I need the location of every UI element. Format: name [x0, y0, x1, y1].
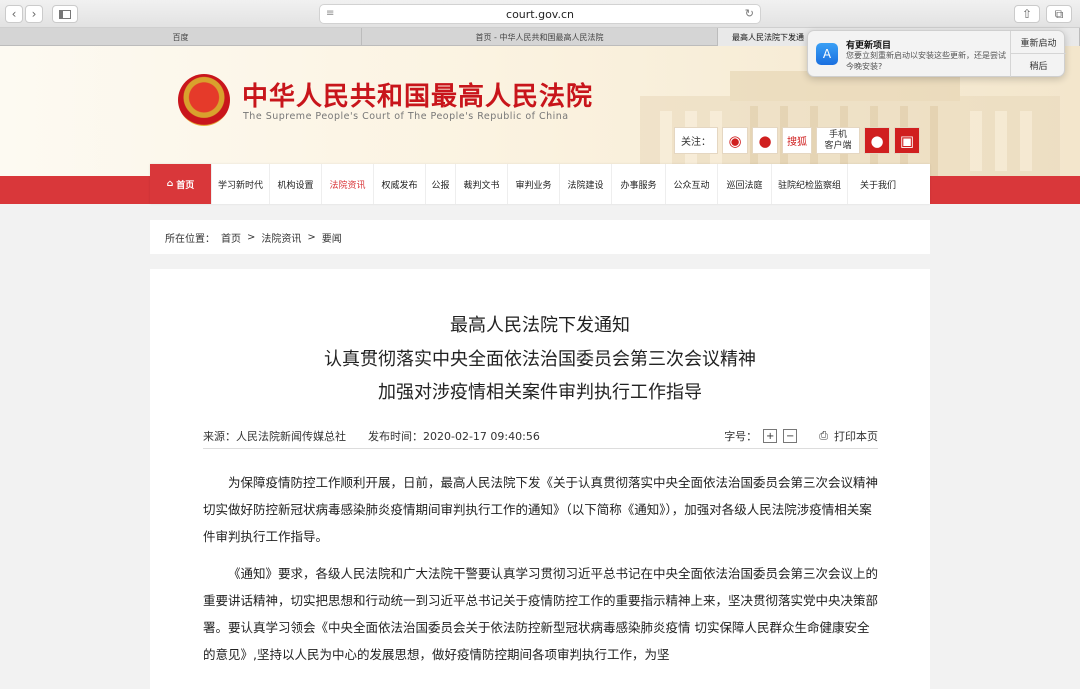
breadcrumb: 所在位置： 首页 > 法院资讯 > 要闻 [150, 220, 930, 254]
share-icon: ⇧ [1021, 7, 1033, 21]
follow-label: 关注： [674, 127, 718, 154]
nav-item-judgments[interactable]: 裁判文书 [456, 164, 508, 204]
font-increase-button[interactable]: + [763, 429, 778, 443]
nav-item-about[interactable]: 关于我们 [848, 164, 908, 204]
chevron-left-icon: ‹ [11, 7, 17, 21]
nav-item-gazette[interactable]: 公报 [426, 164, 456, 204]
nav-item-organization[interactable]: 机构设置 [270, 164, 322, 204]
chevron-right-icon: › [31, 7, 37, 21]
nav-item-trial-business[interactable]: 审判业务 [508, 164, 560, 204]
update-notification: A 有更新项目 您要立刻重新启动以安装这些更新，还是尝试今晚安装? 重新启动 稍… [807, 30, 1066, 77]
mobile-client-link[interactable]: 手机 客户端 [816, 127, 860, 154]
font-decrease-button[interactable]: − [783, 429, 798, 443]
article-title-line-2: 认真贯彻落实中央全面依法治国委员会第三次会议精神 [324, 349, 756, 370]
tab-label: 最高人民法院下发通 [732, 32, 804, 42]
address-text: court.gov.cn [506, 7, 574, 21]
app-store-icon: A [816, 43, 838, 65]
article-title-line-3: 加强对涉疫情相关案件审判执行工作指导 [378, 382, 702, 403]
reader-icon[interactable]: ≡ [326, 8, 334, 19]
article-paragraph-1: 为保障疫情防控工作顺利开展，日前，最高人民法院下发《关于认真贯彻落实中央全面依法… [203, 475, 879, 544]
tab-court-home[interactable]: 首页 - 中华人民共和国最高人民法院 [362, 28, 718, 46]
print-icon[interactable]: ⎙ [819, 429, 828, 443]
back-button[interactable]: ‹ [5, 5, 23, 23]
tabs-overview-button[interactable]: ⧉ [1046, 5, 1072, 23]
follow-bar: 关注： ◉ ● 搜狐 手机 客户端 ● ▣ [674, 127, 920, 154]
article-meta: 来源：人民法院新闻传媒总社 发布时间：2020-02-17 09:40:56 字… [203, 426, 878, 449]
article-title-line-1: 最高人民法院下发通知 [450, 315, 630, 336]
tab-label: 首页 - 中华人民共和国最高人民法院 [475, 32, 604, 42]
reload-icon[interactable]: ↻ [745, 7, 754, 20]
font-size-label: 字号： [724, 430, 758, 443]
weibo-icon[interactable]: ◉ [722, 127, 748, 154]
nav-item-court-building[interactable]: 法院建设 [560, 164, 612, 204]
tabs-icon: ⧉ [1054, 6, 1064, 21]
nav-item-services[interactable]: 办事服务 [612, 164, 666, 204]
tab-label: 百度 [172, 32, 189, 42]
nav-item-interaction[interactable]: 公众互动 [666, 164, 718, 204]
sohu-link[interactable]: 搜狐 [782, 127, 812, 154]
main-nav: ⌂ 首页 学习新时代 机构设置 法院资讯 权威发布 公报 裁判文书 审判业务 法院… [150, 164, 930, 204]
breadcrumb-separator: > [247, 231, 256, 243]
breadcrumb-headlines[interactable]: 要闻 [322, 230, 342, 245]
nav-item-study[interactable]: 学习新时代 [212, 164, 270, 204]
notification-body: 您要立刻重新启动以安装这些更新，还是尝试今晚安装? [846, 51, 1006, 71]
address-bar[interactable]: ≡ court.gov.cn ↻ [319, 4, 761, 24]
breadcrumb-news[interactable]: 法院资讯 [261, 230, 301, 245]
nav-item-releases[interactable]: 权威发布 [374, 164, 426, 204]
share-button[interactable]: ⇧ [1014, 5, 1040, 23]
android-icon[interactable]: ▣ [894, 127, 920, 154]
nav-label: 首页 [176, 180, 195, 191]
browser-toolbar: ‹ › ≡ court.gov.cn ↻ ⇧ ⧉ [0, 0, 1080, 28]
sidebar-icon [59, 9, 71, 19]
nav-item-inspection[interactable]: 驻院纪检监察组 [772, 164, 848, 204]
home-icon: ⌂ [166, 179, 174, 189]
breadcrumb-separator: > [307, 231, 316, 243]
article-time: 发布时间：2020-02-17 09:40:56 [368, 430, 540, 443]
meta-divider [203, 448, 878, 449]
nav-item-circuit-courts[interactable]: 巡回法庭 [718, 164, 772, 204]
article-source: 来源：人民法院新闻传媒总社 [203, 430, 346, 443]
national-emblem-logo[interactable] [178, 74, 230, 126]
nav-item-home[interactable]: ⌂ 首页 [150, 164, 212, 204]
restart-button[interactable]: 重新启动 [1010, 31, 1066, 54]
forward-button[interactable]: › [25, 5, 43, 23]
site-subtitle: The Supreme People's Court of The People… [243, 111, 569, 122]
sidebar-button[interactable] [52, 5, 78, 23]
article-paragraph-2: 《通知》要求，各级人民法院和广大法院干警要认真学习贯彻习近平总书记在中央全面依法… [203, 566, 879, 662]
tab-baidu[interactable]: 百度 [0, 28, 362, 46]
breadcrumb-label: 所在位置： [165, 233, 215, 245]
apple-icon[interactable]: ● [864, 127, 890, 154]
print-link[interactable]: 打印本页 [834, 428, 878, 444]
nav-item-news[interactable]: 法院资讯 [322, 164, 374, 204]
site-title[interactable]: 中华人民共和国最高人民法院 [242, 76, 593, 113]
breadcrumb-home[interactable]: 首页 [221, 230, 241, 245]
article: 最高人民法院下发通知 认真贯彻落实中央全面依法治国委员会第三次会议精神 加强对涉… [150, 269, 930, 689]
later-button[interactable]: 稍后 [1010, 54, 1066, 77]
wechat-icon[interactable]: ● [752, 127, 778, 154]
